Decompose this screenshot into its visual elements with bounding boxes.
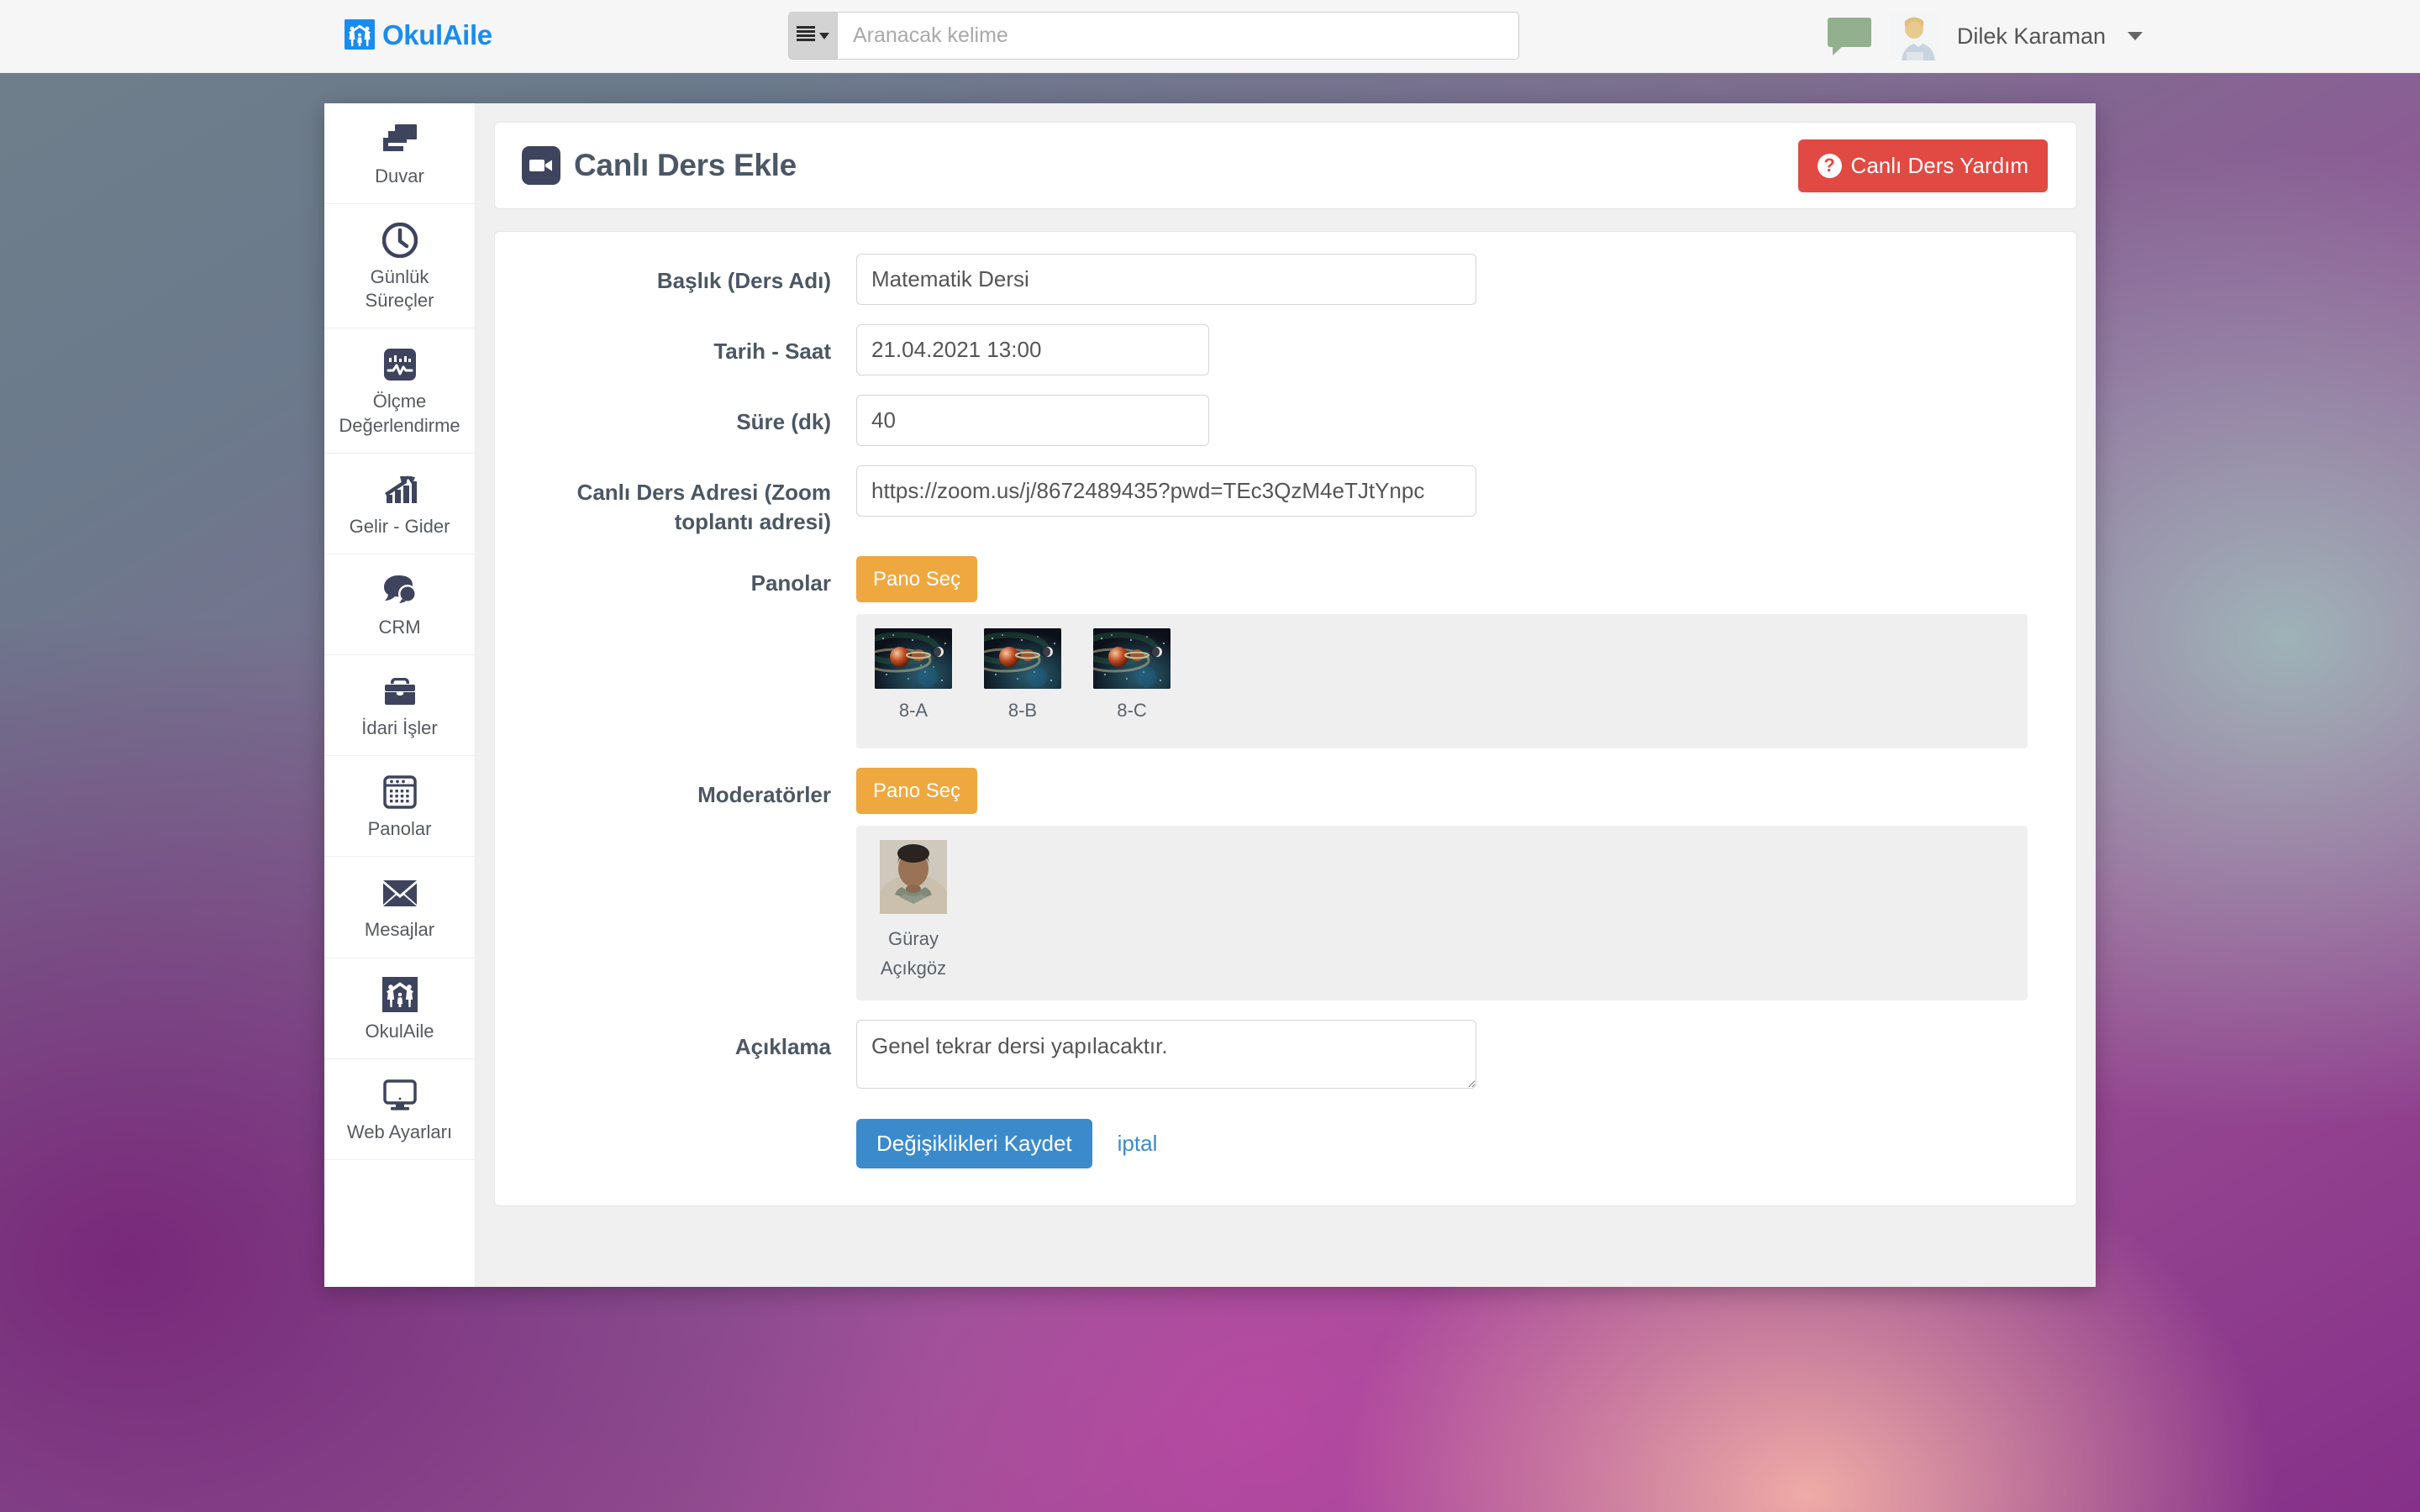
panel-caption: 8-A xyxy=(898,700,929,722)
address-input[interactable] xyxy=(856,465,1476,517)
sidebar-item-label: OkulAile xyxy=(365,1020,434,1042)
sidebar-item-label: Duvar xyxy=(375,165,424,186)
help-button-label: Canlı Ders Yardım xyxy=(1850,152,2028,178)
form-actions: Değişiklikleri Kaydet iptal xyxy=(856,1112,2043,1168)
question-mark-icon: ? xyxy=(1817,153,1842,178)
speech-bubbles-icon xyxy=(329,571,470,610)
cancel-link[interactable]: iptal xyxy=(1118,1131,1158,1157)
chat-bubble-icon[interactable] xyxy=(1827,18,1871,55)
sidebar: Duvar Günlük Süreçler Ölçme Değerlendirm… xyxy=(324,103,476,1287)
moderators-field-label: Moderatörler xyxy=(697,782,831,808)
save-button[interactable]: Değişiklikleri Kaydet xyxy=(856,1118,1092,1168)
sidebar-item-label: Mesajlar xyxy=(364,919,435,941)
monitor-icon xyxy=(329,1076,470,1115)
live-lesson-form: Başlık (Ders Adı) Tarih - Saat Süre (dk) xyxy=(494,231,2077,1206)
pulse-chart-icon xyxy=(329,345,470,384)
sidebar-item-label: İdari İşler xyxy=(361,717,438,739)
sidebar-item-idari-isler[interactable]: İdari İşler xyxy=(324,655,475,757)
panel-caption: 8-B xyxy=(1007,700,1038,722)
sidebar-item-label: Ölçme Değerlendirme xyxy=(339,391,460,436)
sidebar-item-web-ayarlari[interactable]: Web Ayarları xyxy=(324,1059,475,1160)
sidebar-item-gunluk-surecler[interactable]: Günlük Süreçler xyxy=(324,204,475,329)
selected-moderators-tray: Güray Açıkgöz xyxy=(856,826,2028,1000)
search-scope-dropdown[interactable] xyxy=(788,12,837,60)
form-row-duration: Süre (dk) xyxy=(495,395,2076,446)
duration-field-label: Süre (dk) xyxy=(736,409,831,434)
title-input[interactable] xyxy=(856,254,1476,305)
sidebar-item-okulaile[interactable]: OkulAile xyxy=(324,958,475,1059)
sidebar-item-mesajlar[interactable]: Mesajlar xyxy=(324,857,475,958)
sidebar-item-label: Günlük Süreçler xyxy=(365,266,434,312)
search-input[interactable] xyxy=(837,12,1519,60)
chevron-down-icon xyxy=(819,29,829,44)
panel-item[interactable]: 8-C xyxy=(1093,628,1171,732)
list-menu-icon xyxy=(797,25,817,46)
form-row-actions: Değişiklikleri Kaydet iptal xyxy=(495,1112,2076,1168)
moderator-caption: Güray Açıkgöz xyxy=(880,928,947,979)
form-row-address: Canlı Ders Adresi (Zoom toplantı adresi) xyxy=(495,465,2076,537)
sidebar-item-gelir-gider[interactable]: Gelir - Gider xyxy=(324,454,475,554)
app-window: Duvar Günlük Süreçler Ölçme Değerlendirm… xyxy=(324,103,2096,1287)
sidebar-item-duvar[interactable]: Duvar xyxy=(324,103,475,205)
sidebar-item-crm[interactable]: CRM xyxy=(324,554,475,656)
help-button[interactable]: ? Canlı Ders Yardım xyxy=(1797,139,2048,192)
panel-caption: 8-C xyxy=(1117,700,1147,722)
description-textarea[interactable]: Genel tekrar dersi yapılacaktır. xyxy=(856,1019,1476,1089)
avatar[interactable] xyxy=(1889,12,1939,60)
page-title: Canlı Ders Ekle xyxy=(574,148,797,182)
page-title-group: Canlı Ders Ekle xyxy=(522,146,797,185)
form-row-datetime: Tarih - Saat xyxy=(495,324,2076,375)
panel-thumbnail xyxy=(875,628,952,690)
panels-field-label: Panolar xyxy=(750,570,831,596)
top-navigation-bar: OkulAile Aranacak kelime Dilek Karaman xyxy=(0,0,2420,73)
sidebar-item-label: CRM xyxy=(378,616,421,638)
sidebar-item-label: Panolar xyxy=(367,818,432,840)
sidebar-item-panolar[interactable]: Panolar xyxy=(324,756,475,858)
okulaile-logo-icon xyxy=(345,19,375,50)
page-header: Canlı Ders Ekle ? Canlı Ders Yardım xyxy=(494,122,2077,209)
calendar-grid-icon xyxy=(329,773,470,811)
duration-input[interactable] xyxy=(856,395,1209,446)
form-row-description: Açıklama Genel tekrar dersi yapılacaktır… xyxy=(495,1019,2076,1093)
bar-chart-arrow-icon xyxy=(329,470,470,509)
title-field-label: Başlık (Ders Adı) xyxy=(656,268,831,293)
user-area: Dilek Karaman xyxy=(1827,12,2143,60)
clock-icon xyxy=(329,221,470,260)
moderator-item[interactable]: Güray Açıkgöz xyxy=(875,840,952,983)
panel-thumbnail xyxy=(984,628,1061,690)
sidebar-item-label: Web Ayarları xyxy=(346,1121,453,1142)
sidebar-item-label: Gelir - Gider xyxy=(349,515,450,537)
panel-thumbnail xyxy=(1093,628,1171,690)
select-moderator-button[interactable]: Pano Seç xyxy=(856,768,978,815)
moderator-photo xyxy=(880,840,947,915)
description-field-label: Açıklama xyxy=(734,1033,831,1059)
panel-item[interactable]: 8-A xyxy=(875,628,952,732)
windows-stack-icon xyxy=(329,120,470,159)
chevron-down-icon[interactable] xyxy=(2128,32,2143,40)
envelope-icon xyxy=(329,874,470,912)
selected-panels-tray: 8-A 8-B 8-C xyxy=(856,614,2028,749)
user-name: Dilek Karaman xyxy=(1956,23,2106,49)
datetime-input[interactable] xyxy=(856,324,1209,375)
form-row-panels: Panolar Pano Seç 8-A 8-B 8-C xyxy=(495,556,2076,749)
brand-name: OkulAile xyxy=(382,18,492,50)
family-house-icon xyxy=(329,975,470,1014)
datetime-field-label: Tarih - Saat xyxy=(713,339,831,364)
brand-logo[interactable]: OkulAile xyxy=(345,19,492,50)
select-panel-button[interactable]: Pano Seç xyxy=(856,556,978,603)
panel-item[interactable]: 8-B xyxy=(984,628,1061,732)
form-row-title: Başlık (Ders Adı) xyxy=(495,254,2076,305)
briefcase-icon xyxy=(329,672,470,711)
address-field-label: Canlı Ders Adresi (Zoom toplantı adresi) xyxy=(576,480,831,535)
sidebar-item-olcme-degerlendirme[interactable]: Ölçme Değerlendirme xyxy=(324,328,475,454)
video-camera-icon xyxy=(522,146,560,185)
global-search xyxy=(788,12,1519,60)
main-content: Canlı Ders Ekle ? Canlı Ders Yardım Başl… xyxy=(476,103,2096,1287)
form-row-moderators: Moderatörler Pano Seç Güray Açıkgöz xyxy=(495,768,2076,1000)
